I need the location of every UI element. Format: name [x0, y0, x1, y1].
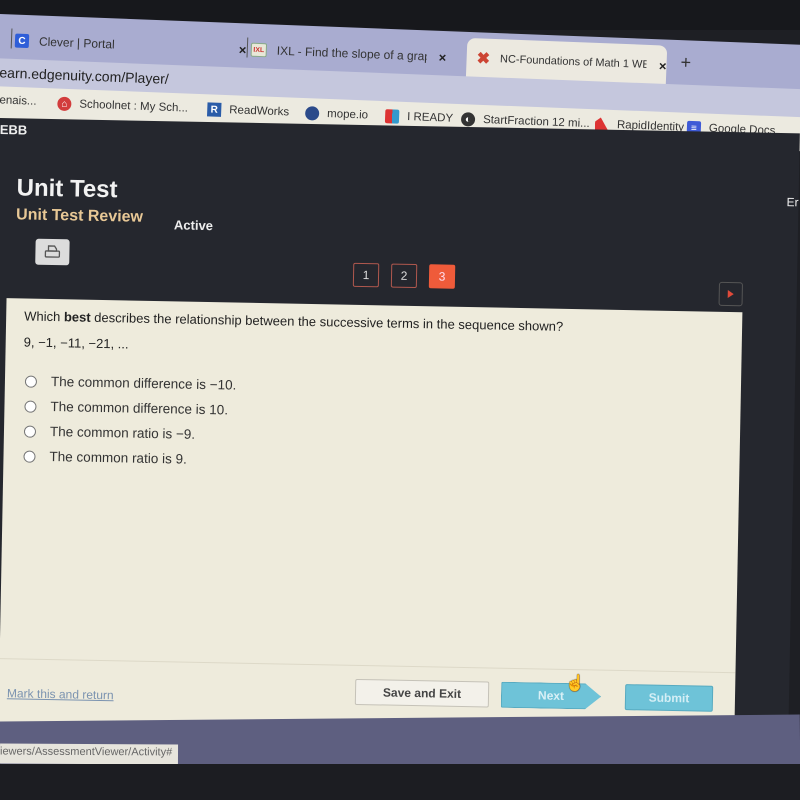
bookmark-label: enais... [0, 94, 37, 108]
question-nav-2[interactable]: 2 [390, 263, 418, 289]
footer-divider [0, 658, 736, 674]
print-button[interactable] [35, 238, 70, 266]
tab-close-clever[interactable]: × [226, 29, 247, 70]
tab-separator [246, 37, 249, 58]
globe-icon: ◐ [460, 112, 476, 127]
bookmark-label: mope.io [326, 107, 369, 122]
question-nav-3[interactable]: 3 [428, 264, 456, 289]
question-number: 1 [362, 267, 370, 283]
play-arrow-icon [727, 290, 734, 299]
edgenuity-icon: ✖ [476, 50, 491, 68]
question-text: Which best describes the relationship be… [24, 309, 563, 334]
url-text[interactable]: earn.edgenuity.com/Player/ [0, 64, 169, 86]
clever-icon: C [14, 33, 30, 49]
submit-button[interactable]: Submit [624, 684, 714, 712]
tab-title: Clever | Portal [38, 34, 115, 52]
bookmark-label: Schoolnet : My Sch... [79, 98, 189, 115]
screen: C Clever | Portal × IXL IXL - Find the s… [0, 0, 800, 800]
bookmark-schoolnet[interactable]: ⌂ Schoolnet : My Sch... [57, 96, 189, 116]
readworks-icon: R [206, 102, 222, 117]
bookmark-label: I READY [406, 111, 454, 125]
radio-button[interactable] [23, 450, 36, 463]
sequence-text: 9, −1, −11, −21, ... [23, 334, 129, 352]
option-label: The common difference is 10. [50, 399, 229, 418]
page-title: Unit Test [16, 174, 118, 204]
question-number: 3 [438, 269, 446, 284]
brand-label: EBB [0, 121, 28, 138]
exit-link-partial[interactable]: Er [786, 195, 798, 209]
bookmark-readworks[interactable]: R ReadWorks [206, 102, 290, 119]
ixl-icon: IXL [250, 42, 268, 58]
iready-icon [384, 109, 400, 124]
question-number: 2 [400, 268, 408, 283]
close-icon[interactable]: × [659, 58, 667, 73]
tab-title: IXL - Find the slope of a graph (A [276, 43, 427, 64]
close-icon[interactable]: × [239, 42, 247, 57]
next-question-arrow[interactable] [718, 281, 743, 307]
radio-button[interactable] [23, 425, 37, 438]
bookmark-mope[interactable]: mope.io [304, 106, 369, 122]
page-subtitle: Unit Test Review [15, 206, 144, 226]
bookmark-item[interactable]: enais... [0, 94, 37, 107]
question-card: Which best describes the relationship be… [0, 298, 743, 737]
radio-button[interactable] [24, 400, 37, 413]
bookmark-label: ReadWorks [229, 104, 290, 119]
new-tab-button[interactable]: + [680, 52, 691, 73]
tab-separator [10, 28, 13, 49]
answer-option[interactable]: The common ratio is 9. [23, 444, 235, 473]
monitor-bezel-bottom [0, 764, 800, 800]
question-nav-1[interactable]: 1 [352, 262, 380, 288]
option-label: The common ratio is −9. [49, 424, 196, 442]
schoolnet-icon: ⌂ [57, 96, 72, 112]
mope-icon [304, 106, 320, 121]
question-emphasis: best [63, 309, 91, 325]
assessment-page: EBB Unit Test Unit Test Review Active Er… [0, 118, 800, 774]
printer-icon [44, 245, 61, 258]
mark-and-return-link[interactable]: Mark this and return [7, 686, 114, 702]
tab-title: NC-Foundations of Math 1 WEB [499, 53, 648, 71]
save-and-exit-button[interactable]: Save and Exit [354, 678, 490, 708]
close-icon[interactable]: × [438, 49, 446, 64]
option-label: The common ratio is 9. [49, 449, 187, 467]
question-prefix: Which [24, 308, 65, 325]
bookmark-iready[interactable]: I READY [384, 109, 454, 126]
hand-cursor-icon: ☝ [565, 674, 586, 693]
answer-options: The common difference is −10. The common… [23, 369, 237, 473]
status-label: Active [173, 217, 214, 234]
radio-button[interactable] [24, 375, 38, 388]
status-bar-url: iewers/AssessmentViewer/Activity# [0, 743, 179, 765]
next-button[interactable]: Next [501, 682, 601, 710]
question-suffix: describes the relationship between the s… [90, 309, 564, 334]
option-label: The common difference is −10. [50, 374, 237, 393]
